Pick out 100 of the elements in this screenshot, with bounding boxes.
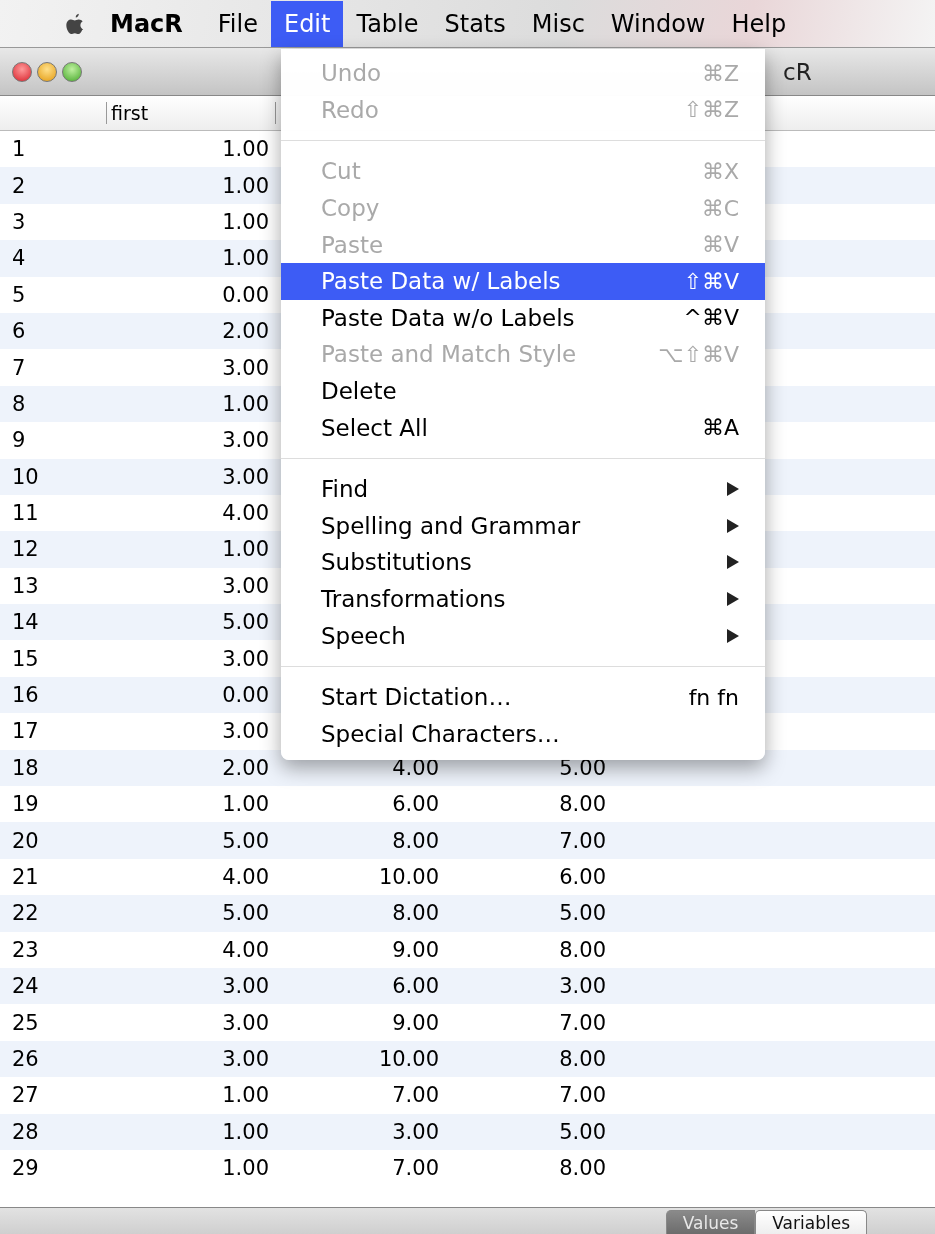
table-cell: 5.00	[559, 901, 606, 926]
menu-item[interactable]: Substitutions	[281, 544, 765, 581]
table-cell: 1.00	[222, 246, 269, 271]
shortcut-label: fn fn	[688, 684, 739, 710]
row-number: 7	[12, 355, 26, 380]
table-cell: 3.00	[222, 1010, 269, 1035]
table-cell: 3.00	[559, 974, 606, 999]
menu-item-label: Undo	[321, 60, 383, 87]
row-number: 13	[12, 573, 39, 598]
row-number: 8	[12, 391, 26, 416]
table-cell: 4.00	[222, 501, 269, 526]
menu-item[interactable]: Paste Data w/ Labels ⇧⌘V	[281, 262, 765, 300]
table-cell: 3.00	[222, 1046, 269, 1071]
view-tab[interactable]: Variables	[755, 1210, 867, 1234]
row-number: 5	[12, 282, 26, 307]
row-number: 3	[12, 209, 26, 234]
menu-item[interactable]: Spelling and Grammar	[281, 507, 765, 545]
menu-title[interactable]: Help	[718, 0, 800, 47]
menu-title[interactable]: Window	[597, 0, 719, 47]
close-button[interactable]	[12, 61, 32, 82]
table-cell: 8.00	[559, 1156, 606, 1181]
row-number: 27	[12, 1083, 39, 1108]
menu-item[interactable]: Paste Data w/o Labels ^⌘V	[281, 299, 765, 337]
menu-title[interactable]: Misc	[518, 0, 598, 47]
menu-item-label: Cut	[321, 158, 362, 185]
table-cell: 1.00	[222, 391, 269, 416]
row-number: 4	[12, 246, 26, 271]
table-cell: 8.00	[559, 937, 606, 962]
row-number: 24	[12, 974, 39, 999]
menu-item-label: Select All	[321, 414, 429, 441]
row-number: 12	[12, 537, 39, 562]
zoom-button[interactable]	[62, 61, 82, 82]
row-number: 15	[12, 646, 39, 671]
menu-item-label: Paste	[321, 231, 385, 258]
table-cell: 3.00	[222, 573, 269, 598]
row-number: 16	[12, 683, 39, 708]
row-number: 18	[12, 755, 39, 780]
window-title: cR	[783, 58, 812, 85]
menu-item[interactable]: Transformations	[281, 580, 765, 618]
row-number: 29	[12, 1156, 39, 1181]
row-number: 2	[12, 173, 26, 198]
menu-item-label: Transformations	[321, 586, 507, 612]
minimize-button[interactable]	[37, 61, 57, 82]
table-cell: 8.00	[392, 828, 439, 853]
table-cell: 4.00	[222, 865, 269, 889]
table-cell: 1.00	[222, 1156, 269, 1181]
table-cell: 1.00	[222, 173, 269, 198]
table-cell: 3.00	[392, 1119, 439, 1144]
menu-item-label: Speech	[321, 622, 407, 649]
shortcut-label: ⌘X	[701, 159, 739, 184]
table-cell: 10.00	[378, 1046, 439, 1071]
table-cell: 3.00	[222, 464, 269, 489]
table-cell: 1.00	[222, 1083, 269, 1108]
shortcut-label: ⌘V	[701, 232, 739, 258]
menu-item-label: Paste and Match Style	[321, 341, 578, 368]
menu-item-label: Redo	[321, 96, 380, 123]
menu-item[interactable]: Start Dictation… fn fn	[281, 678, 765, 716]
row-number: 23	[12, 937, 39, 962]
row-number: 1	[12, 137, 26, 162]
shortcut-label: ^⌘V	[683, 305, 739, 331]
table-cell: 3.00	[222, 719, 269, 744]
shortcut-label: ⌘C	[701, 195, 739, 221]
view-tab[interactable]: Values	[665, 1210, 756, 1234]
table-cell: 0.00	[222, 282, 269, 307]
menu-item-label: Spelling and Grammar	[321, 512, 582, 539]
shortcut-label: ⌥⇧⌘V	[658, 341, 739, 367]
row-number: 26	[12, 1046, 39, 1071]
table-cell: 7.00	[559, 828, 606, 853]
app-menu[interactable]: MacR	[110, 9, 183, 38]
menu-item[interactable]: Speech	[281, 617, 765, 654]
row-number: 25	[12, 1010, 39, 1035]
table-cell: 1.00	[222, 137, 269, 162]
table-cell: 3.00	[222, 974, 269, 999]
menu-item[interactable]: Select All ⌘A	[281, 409, 765, 446]
row-number: 20	[12, 828, 39, 853]
table-cell: 2.00	[222, 755, 269, 780]
table-cell: 5.00	[222, 828, 269, 853]
table-cell: 7.00	[559, 1010, 606, 1035]
table-cell: 6.00	[559, 865, 606, 889]
table-cell: 5.00	[559, 1119, 606, 1144]
menu-item[interactable]: Find	[281, 470, 765, 508]
menu-title[interactable]: Stats	[431, 0, 519, 47]
row-number: 9	[12, 428, 26, 453]
menu-item-label: Paste Data w/ Labels	[321, 268, 562, 295]
table-cell: 6.00	[392, 974, 439, 999]
menu-title[interactable]: Edit	[270, 0, 344, 47]
table-cell: 6.00	[392, 792, 439, 817]
table-cell: 0.00	[222, 683, 269, 708]
menu-item[interactable]: Delete	[281, 372, 765, 410]
table-cell: 5.00	[222, 901, 269, 926]
row-number: 21	[12, 865, 39, 889]
menu-title[interactable]: File	[204, 0, 271, 47]
table-cell: 1.00	[222, 209, 269, 234]
table-cell: 1.00	[222, 1119, 269, 1144]
row-number: 11	[12, 501, 39, 526]
menu-item[interactable]: Special Characters…	[281, 715, 765, 753]
shortcut-label: ⇧⌘V	[683, 268, 739, 294]
row-number: 6	[12, 319, 26, 344]
menu-item-label: Delete	[321, 378, 398, 405]
menu-title[interactable]: Table	[343, 0, 432, 47]
